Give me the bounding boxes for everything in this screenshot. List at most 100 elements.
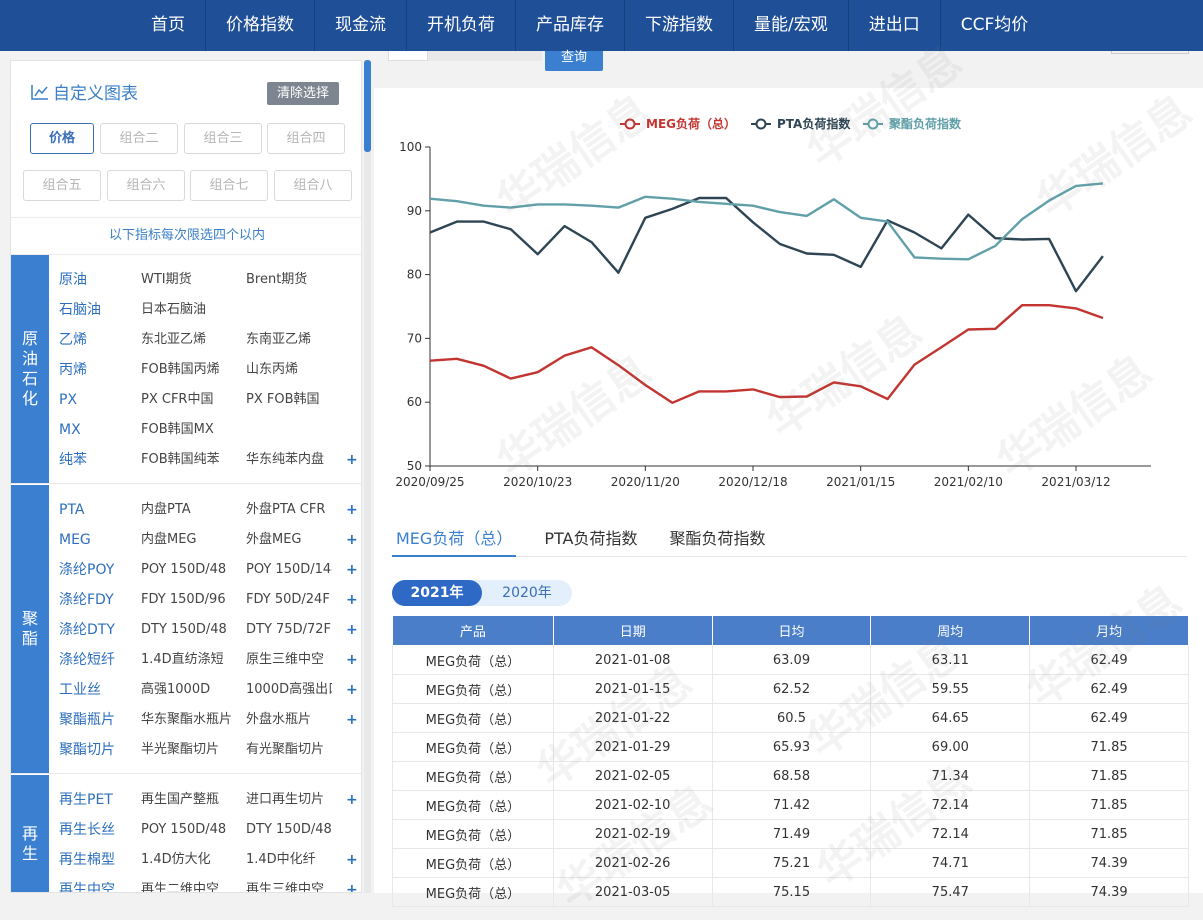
indicator-item[interactable]: POY 150D/144 (246, 555, 332, 585)
filter-right-box[interactable] (1111, 51, 1189, 54)
clear-selection-button[interactable]: 清除选择 (267, 82, 339, 105)
indicator-category[interactable]: 乙烯 (59, 325, 87, 355)
indicator-item[interactable]: FOB韩国丙烯 (141, 355, 241, 385)
nav-cashflow[interactable]: 现金流 (315, 0, 407, 51)
indicator-category[interactable]: MEG (59, 525, 91, 555)
indicator-item[interactable]: 1.4D中化纤 (246, 845, 332, 875)
sidebar-scrollbar[interactable] (364, 60, 371, 893)
nav-operating-load[interactable]: 开机负荷 (407, 0, 516, 51)
filter-select[interactable] (388, 51, 428, 61)
combo-8[interactable]: 组合八 (274, 170, 352, 201)
indicator-category[interactable]: 再生长丝 (59, 815, 115, 845)
indicator-item[interactable]: 再生三维中空 (246, 875, 332, 892)
indicator-item[interactable]: 华东聚酯水瓶片 (141, 705, 241, 735)
indicator-item[interactable]: POY 150D/48 (141, 815, 241, 845)
combo-6[interactable]: 组合六 (107, 170, 185, 201)
indicator-item[interactable]: 1.4D仿大化 (141, 845, 241, 875)
nav-import-export[interactable]: 进出口 (849, 0, 941, 51)
indicator-category[interactable]: 原油 (59, 265, 87, 295)
combo-3[interactable]: 组合三 (184, 123, 262, 154)
indicator-item[interactable]: 半光聚酯切片 (141, 735, 241, 765)
indicator-item[interactable]: 1.4D直纺涤短 (141, 645, 241, 675)
indicator-item[interactable]: 1000D高强出口 (246, 675, 332, 705)
expand-plus-icon[interactable]: + (346, 555, 358, 585)
indicator-item[interactable]: POY 150D/48 (141, 555, 241, 585)
indicator-category[interactable]: 纯苯 (59, 445, 87, 475)
indicator-category[interactable]: 涤纶FDY (59, 585, 114, 615)
nav-home[interactable]: 首页 (131, 0, 206, 51)
indicator-category[interactable]: 再生中空 (59, 875, 115, 892)
indicator-category[interactable]: PX (59, 385, 77, 415)
tab-meg-load[interactable]: MEG负荷（总） (392, 525, 517, 557)
indicator-item[interactable]: 华东纯苯内盘 (246, 445, 332, 475)
expand-plus-icon[interactable]: + (346, 875, 358, 892)
expand-plus-icon[interactable]: + (346, 445, 358, 475)
indicator-category[interactable]: 聚酯切片 (59, 735, 115, 765)
nav-downstream[interactable]: 下游指数 (625, 0, 734, 51)
tab-polyester-load[interactable]: 聚酯负荷指数 (665, 525, 769, 557)
indicator-item[interactable]: DTY 150D/48 (246, 815, 332, 845)
indicator-item[interactable]: 内盘PTA (141, 495, 241, 525)
indicator-item[interactable]: FDY 50D/24F (246, 585, 332, 615)
expand-plus-icon[interactable]: + (346, 525, 358, 555)
indicator-category[interactable]: 涤纶短纤 (59, 645, 115, 675)
indicator-item[interactable]: 进口再生切片 (246, 785, 332, 815)
nav-price-index[interactable]: 价格指数 (206, 0, 315, 51)
indicator-item[interactable]: 东北亚乙烯 (141, 325, 241, 355)
scrollbar-thumb[interactable] (364, 60, 371, 152)
indicator-item[interactable]: DTY 75D/72F (246, 615, 332, 645)
indicator-item[interactable]: 外盘PTA CFR (246, 495, 332, 525)
indicator-category[interactable]: 涤纶POY (59, 555, 114, 585)
indicator-item[interactable]: 原生三维中空 (246, 645, 332, 675)
combo-price[interactable]: 价格 (30, 123, 94, 154)
indicator-item[interactable]: 外盘MEG (246, 525, 332, 555)
indicator-category[interactable]: PTA (59, 495, 84, 525)
indicator-item[interactable]: 东南亚乙烯 (246, 325, 332, 355)
indicator-item[interactable]: Brent期货 (246, 265, 332, 295)
expand-plus-icon[interactable]: + (346, 495, 358, 525)
expand-plus-icon[interactable]: + (346, 675, 358, 705)
nav-volume-macro[interactable]: 量能/宏观 (734, 0, 849, 51)
indicator-category[interactable]: MX (59, 415, 81, 445)
indicator-item[interactable]: FDY 150D/96 (141, 585, 241, 615)
indicator-item[interactable]: 再生二维中空 (141, 875, 241, 892)
combo-7[interactable]: 组合七 (190, 170, 268, 201)
filter-input[interactable] (428, 51, 542, 61)
nav-ccf-price[interactable]: CCF均价 (941, 0, 1049, 51)
indicator-item[interactable]: 山东丙烯 (246, 355, 332, 385)
indicator-item[interactable]: 高强1000D (141, 675, 241, 705)
year-2020[interactable]: 2020年 (482, 580, 572, 606)
indicator-item[interactable]: DTY 150D/48 (141, 615, 241, 645)
indicator-item[interactable]: 日本石脑油 (141, 295, 241, 325)
legend-label[interactable]: 聚酯负荷指数 (888, 116, 962, 131)
indicator-category[interactable]: 石脑油 (59, 295, 101, 325)
indicator-item[interactable]: PX FOB韩国 (246, 385, 332, 415)
query-button[interactable]: 查询 (545, 51, 603, 71)
indicator-item[interactable]: FOB韩国MX (141, 415, 241, 445)
nav-inventory[interactable]: 产品库存 (516, 0, 625, 51)
combo-4[interactable]: 组合四 (267, 123, 345, 154)
indicator-category[interactable]: 再生PET (59, 785, 113, 815)
combo-5[interactable]: 组合五 (23, 170, 101, 201)
combo-2[interactable]: 组合二 (100, 123, 178, 154)
indicator-category[interactable]: 工业丝 (59, 675, 101, 705)
indicator-item[interactable]: 外盘水瓶片 (246, 705, 332, 735)
expand-plus-icon[interactable]: + (346, 705, 358, 735)
indicator-item[interactable]: 内盘MEG (141, 525, 241, 555)
indicator-category[interactable]: 丙烯 (59, 355, 87, 385)
expand-plus-icon[interactable]: + (346, 845, 358, 875)
year-2021[interactable]: 2021年 (392, 580, 482, 606)
indicator-category[interactable]: 聚酯瓶片 (59, 705, 115, 735)
indicator-category[interactable]: 再生棉型 (59, 845, 115, 875)
indicator-item[interactable]: FOB韩国纯苯 (141, 445, 241, 475)
legend-label[interactable]: PTA负荷指数 (777, 116, 851, 131)
expand-plus-icon[interactable]: + (346, 615, 358, 645)
expand-plus-icon[interactable]: + (346, 645, 358, 675)
expand-plus-icon[interactable]: + (346, 585, 358, 615)
indicator-category[interactable]: 涤纶DTY (59, 615, 115, 645)
indicator-item[interactable]: 再生国产整瓶 (141, 785, 241, 815)
indicator-item[interactable]: PX CFR中国 (141, 385, 241, 415)
indicator-item[interactable]: 有光聚酯切片 (246, 735, 332, 765)
expand-plus-icon[interactable]: + (346, 785, 358, 815)
tab-pta-load[interactable]: PTA负荷指数 (540, 525, 641, 557)
